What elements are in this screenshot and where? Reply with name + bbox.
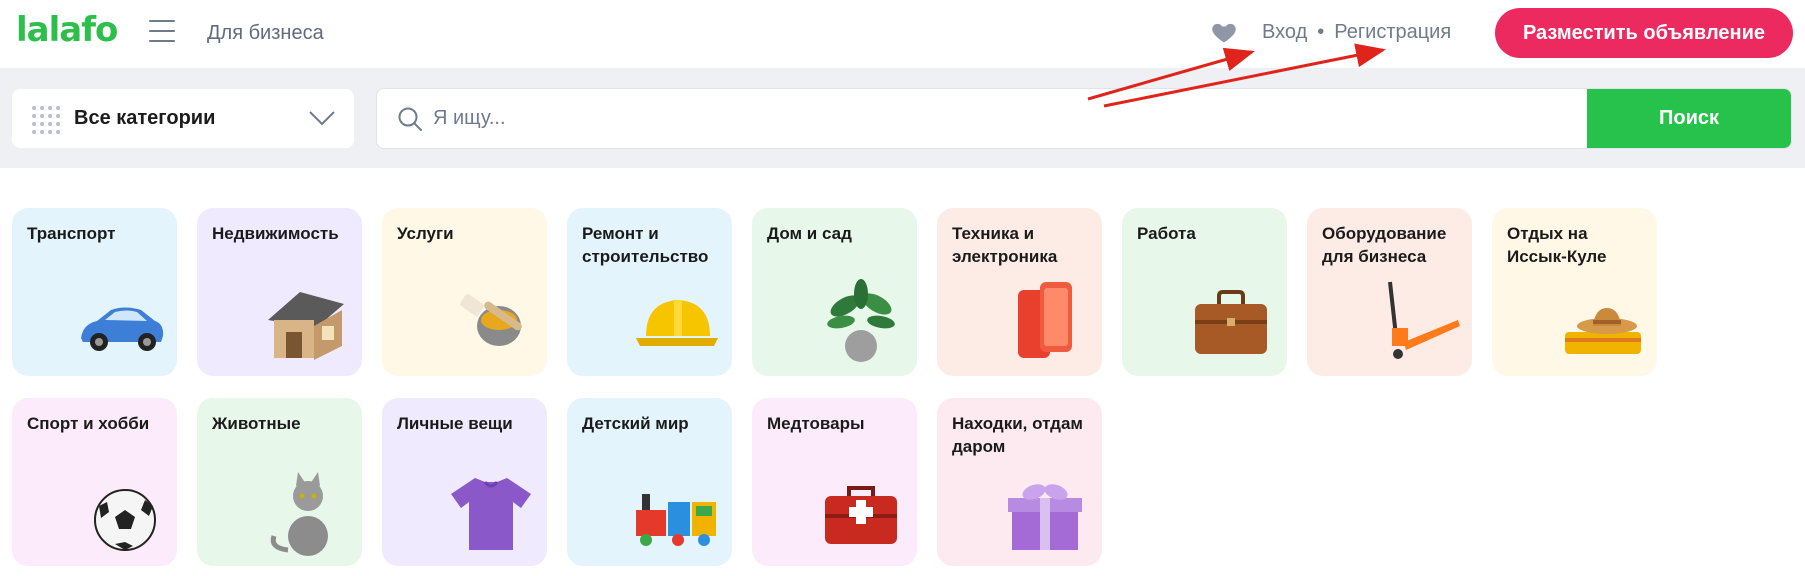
post-ad-button[interactable]: Разместить объявление xyxy=(1495,8,1793,58)
lalafo-logo[interactable]: lalafo xyxy=(16,10,118,50)
plant-icon xyxy=(827,279,895,362)
pallet-jack-icon xyxy=(1388,281,1460,359)
category-title: Транспорт xyxy=(27,224,116,243)
category-title: Находки, отдам даром xyxy=(952,414,1084,456)
category-title: Детский мир xyxy=(582,414,689,433)
search-input[interactable] xyxy=(433,89,1533,148)
category-title: Медтовары xyxy=(767,414,865,433)
category-title: Дом и сад xyxy=(767,224,852,243)
category-card[interactable]: Дом и сад xyxy=(752,208,917,376)
category-title: Ремонт и строительство xyxy=(582,224,709,266)
hard-hat-icon xyxy=(636,300,718,346)
category-card[interactable]: Находки, отдам даром xyxy=(937,398,1102,566)
category-card[interactable]: Техника и электроника xyxy=(937,208,1102,376)
auth-links: Вход • Регистрация xyxy=(1262,21,1451,44)
first-aid-kit-icon xyxy=(825,486,897,544)
t-shirt-icon xyxy=(451,478,531,550)
category-title: Спорт и хобби xyxy=(27,414,150,433)
briefcase-icon xyxy=(1195,290,1267,354)
cat-icon xyxy=(270,472,328,556)
category-card[interactable]: Медтовары xyxy=(752,398,917,566)
category-card[interactable]: Отдых на Иссык-Куле xyxy=(1492,208,1657,376)
category-card[interactable]: Оборудование для бизнеса xyxy=(1307,208,1472,376)
toy-train-icon xyxy=(636,494,716,546)
category-title: Оборудование для бизнеса xyxy=(1322,224,1447,266)
category-title: Услуги xyxy=(397,224,454,243)
smartphone-icon xyxy=(1018,282,1072,358)
category-title: Животные xyxy=(212,414,301,433)
category-card[interactable]: Животные xyxy=(197,398,362,566)
category-title: Недвижимость xyxy=(212,224,339,243)
top-header: lalafo Для бизнеса Вход • Регистрация Разм… xyxy=(0,0,1805,68)
category-dropdown-label: Все категории xyxy=(74,107,216,129)
soccer-ball-icon xyxy=(94,489,156,551)
gift-icon xyxy=(1008,484,1082,550)
category-card[interactable]: Личные вещи xyxy=(382,398,547,566)
category-card[interactable]: Ремонт и строительство xyxy=(567,208,732,376)
register-link[interactable]: Регистрация xyxy=(1334,21,1451,43)
category-title: Личные вещи xyxy=(397,414,513,433)
heart-icon[interactable] xyxy=(1210,18,1238,46)
search-button[interactable]: Поиск xyxy=(1587,89,1791,148)
category-card[interactable]: Спорт и хобби xyxy=(12,398,177,566)
category-card[interactable]: Недвижимость xyxy=(197,208,362,376)
business-link[interactable]: Для бизнеса xyxy=(207,22,324,45)
category-card[interactable]: Детский мир xyxy=(567,398,732,566)
category-card[interactable]: Работа xyxy=(1122,208,1287,376)
chevron-down-icon xyxy=(309,111,335,126)
paint-brush-icon xyxy=(460,294,522,346)
category-card[interactable]: Услуги xyxy=(382,208,547,376)
house-icon xyxy=(268,292,344,360)
beach-hat-icon xyxy=(1565,308,1641,354)
category-title: Техника и электроника xyxy=(952,224,1058,266)
category-card[interactable]: Транспорт xyxy=(12,208,177,376)
menu-icon[interactable] xyxy=(149,20,175,44)
category-title: Отдых на Иссык-Куле xyxy=(1507,224,1607,266)
search-box: Поиск xyxy=(376,88,1792,149)
car-icon xyxy=(81,307,164,351)
separator-dot: • xyxy=(1317,21,1325,43)
search-bar-section: Все категории Поиск xyxy=(0,68,1805,168)
category-title: Работа xyxy=(1137,224,1196,243)
grid-dots-icon xyxy=(32,106,60,134)
search-icon xyxy=(398,107,422,131)
category-dropdown[interactable]: Все категории xyxy=(12,89,354,148)
login-link[interactable]: Вход xyxy=(1262,21,1307,43)
